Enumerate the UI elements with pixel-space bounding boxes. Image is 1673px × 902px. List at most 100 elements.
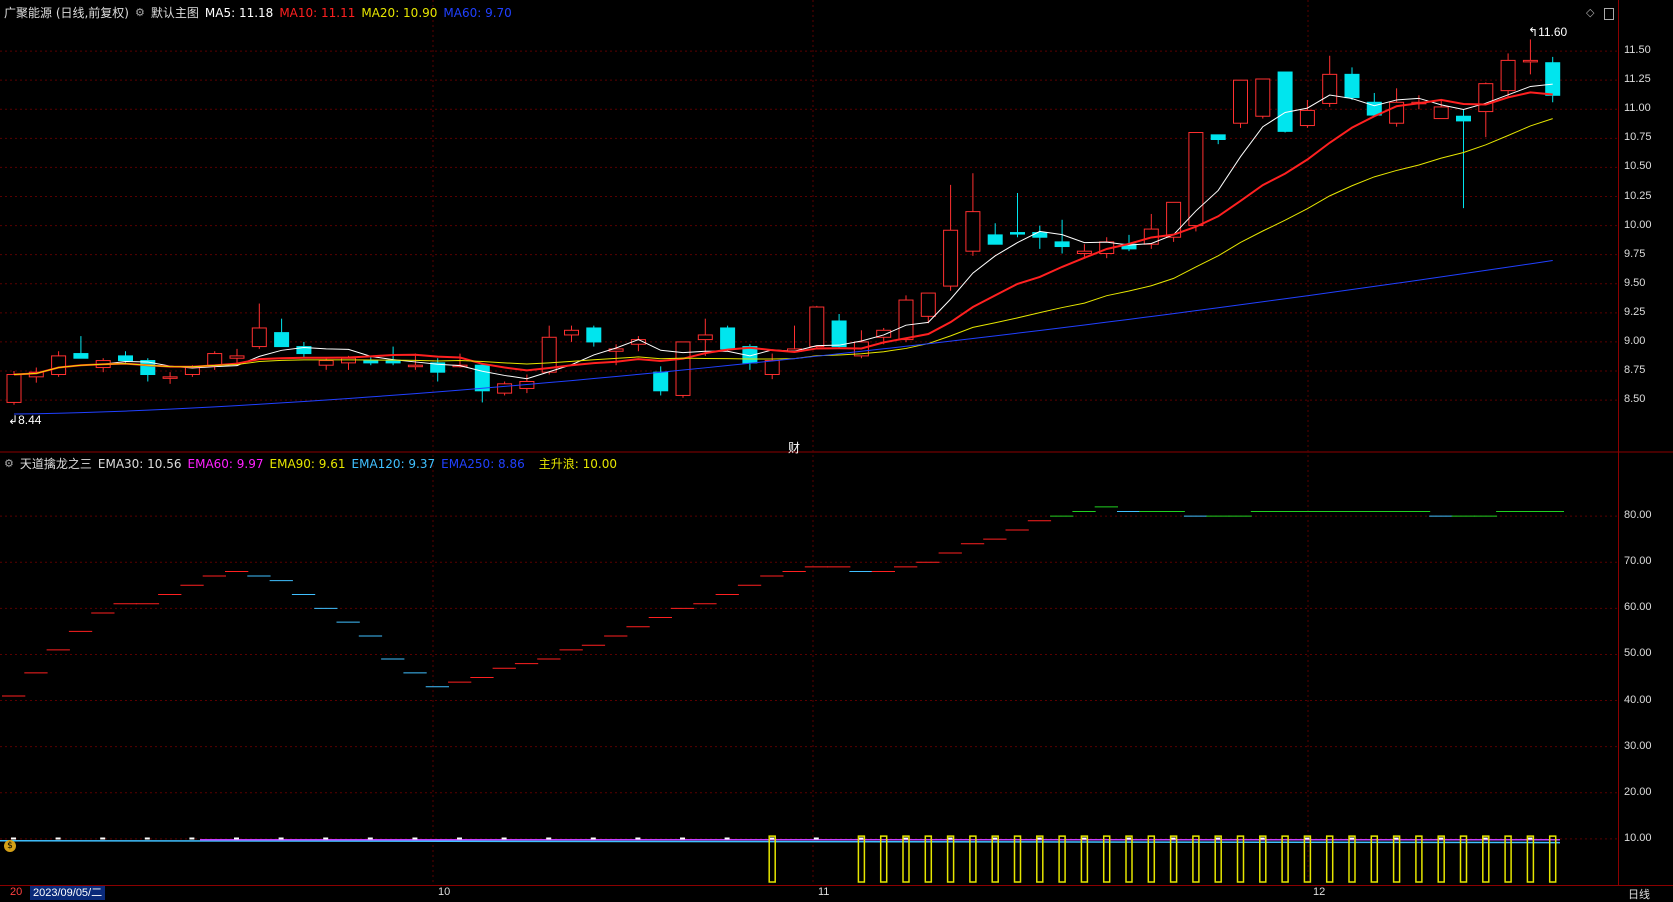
main-wave-label: 主升浪: 10.00 [538, 457, 617, 471]
indicator-header: ⚙ 天道擒龙之三 EMA30: 10.56 EMA60: 9.97 EMA90:… [4, 455, 617, 472]
month-label-10: 10 [438, 886, 451, 898]
candle-body [1456, 115, 1471, 122]
ema-marker [100, 837, 106, 840]
ma60-label: MA60: 9.70 [443, 5, 512, 20]
price-tick: 11.50 [1624, 44, 1651, 57]
stock-title[interactable]: 广聚能源 (日线,前复权) [4, 4, 129, 21]
price-tick: 10.25 [1624, 189, 1652, 202]
main-wave-bar [1080, 835, 1089, 883]
high-price-marker: ↰11.60 [1528, 25, 1568, 39]
ema-marker [278, 837, 284, 840]
ema120-label: EMA120: 9.37 [351, 456, 436, 471]
candle-body [920, 292, 936, 317]
candle-body [497, 383, 513, 394]
candle-body [1522, 59, 1538, 63]
indicator-bars [0, 506, 1564, 883]
indicator-name[interactable]: 天道擒龙之三 [20, 455, 92, 472]
main-wave-bar [1058, 835, 1066, 883]
ma5-label: MA5: 11.18 [204, 5, 274, 20]
candle-body [474, 364, 490, 392]
indicator-tick: 60.00 [1624, 601, 1652, 614]
grid-lines [0, 0, 1673, 885]
ma20-label: MA20: 10.90 [361, 5, 438, 20]
main-wave-bar [857, 835, 866, 883]
main-wave-bar [924, 835, 933, 883]
date-axis-bar [0, 885, 1673, 902]
main-wave-bar [879, 835, 888, 883]
candle-body [184, 367, 200, 376]
price-tick: 11.25 [1624, 73, 1651, 86]
candle-body [1478, 83, 1494, 113]
candle-body [564, 329, 579, 336]
main-chart-header: 广聚能源 (日线,前复权) ⚙ 默认主图 MA5: 11.18 MA10: 11… [4, 4, 512, 21]
low-arrow-icon: ↲ [8, 413, 19, 427]
candle-body [1210, 134, 1226, 141]
candle-body [943, 229, 959, 287]
ema-marker [635, 837, 641, 840]
ema-marker [724, 837, 730, 840]
candle-body [1545, 62, 1561, 96]
price-tick: 9.50 [1624, 276, 1646, 289]
ema-marker [546, 837, 552, 840]
price-tick: 8.50 [1624, 393, 1646, 406]
main-wave-bar [1214, 835, 1222, 883]
collapse-icon[interactable] [1604, 8, 1614, 20]
ema-marker [55, 837, 61, 840]
candle-body [831, 320, 847, 348]
ema250-label: EMA250: 8.86 [441, 456, 525, 471]
candle-body [1233, 79, 1248, 124]
candle-body [118, 355, 133, 362]
date-prefix: 20 [10, 886, 23, 898]
period-button[interactable]: 日线 [1628, 886, 1650, 902]
indicator-tick: 70.00 [1624, 555, 1652, 568]
low-price-marker: ↲8.44 [8, 413, 42, 427]
main-wave-bar [1192, 835, 1200, 883]
indicator-settings-gear-icon[interactable]: ⚙ [4, 457, 14, 470]
candle-body [898, 299, 914, 341]
candle-body [1032, 232, 1048, 238]
ema-marker [457, 837, 462, 840]
candle-body [274, 332, 290, 348]
price-tick: 10.50 [1624, 160, 1652, 173]
ema90-label: EMA90: 9.61 [269, 456, 346, 471]
candle-body [1255, 78, 1271, 117]
candle-body [162, 376, 178, 379]
diamond-icon[interactable]: ◇ [1586, 6, 1594, 19]
ema-marker [680, 837, 685, 840]
candle-body [1054, 241, 1070, 248]
candle-body [675, 341, 691, 396]
candle-body [341, 357, 356, 364]
ema-marker [501, 837, 507, 840]
price-tick: 9.00 [1624, 334, 1646, 347]
main-wave-bar [1036, 835, 1044, 883]
settings-gear-icon[interactable]: ⚙ [135, 6, 145, 19]
ema-marker [813, 837, 819, 840]
money-bag-icon[interactable]: $ [4, 840, 16, 852]
current-date[interactable]: 2023/09/05/二 [30, 886, 106, 900]
indicator-tick: 20.00 [1624, 785, 1652, 798]
financial-event-marker[interactable]: 财 [788, 439, 800, 456]
main-wave-bar [902, 835, 910, 883]
template-label[interactable]: 默认主图 [151, 4, 199, 21]
moving-average-lines [13, 83, 1553, 415]
indicator-tick: 40.00 [1624, 693, 1652, 706]
candle-body [251, 327, 267, 348]
price-tick: 8.75 [1624, 364, 1646, 376]
price-tick: 9.75 [1624, 247, 1646, 260]
ema-marker [189, 837, 195, 840]
candle-body [6, 374, 22, 403]
candle-body [1500, 59, 1516, 92]
chart-canvas[interactable] [0, 0, 1673, 901]
candle-body [1344, 73, 1360, 99]
ma20-line [13, 118, 1553, 376]
price-tick: 10.00 [1624, 218, 1652, 231]
main-wave-bar [1102, 835, 1111, 883]
candle-body [207, 353, 223, 366]
candle-body [987, 234, 1003, 245]
month-label-12: 12 [1313, 886, 1326, 898]
main-wave-bar [1125, 835, 1133, 883]
price-axis-divider [1618, 0, 1619, 885]
candle-body [1299, 109, 1315, 127]
main-wave-bar [991, 835, 999, 883]
ema60-label: EMA60: 9.97 [187, 456, 264, 471]
